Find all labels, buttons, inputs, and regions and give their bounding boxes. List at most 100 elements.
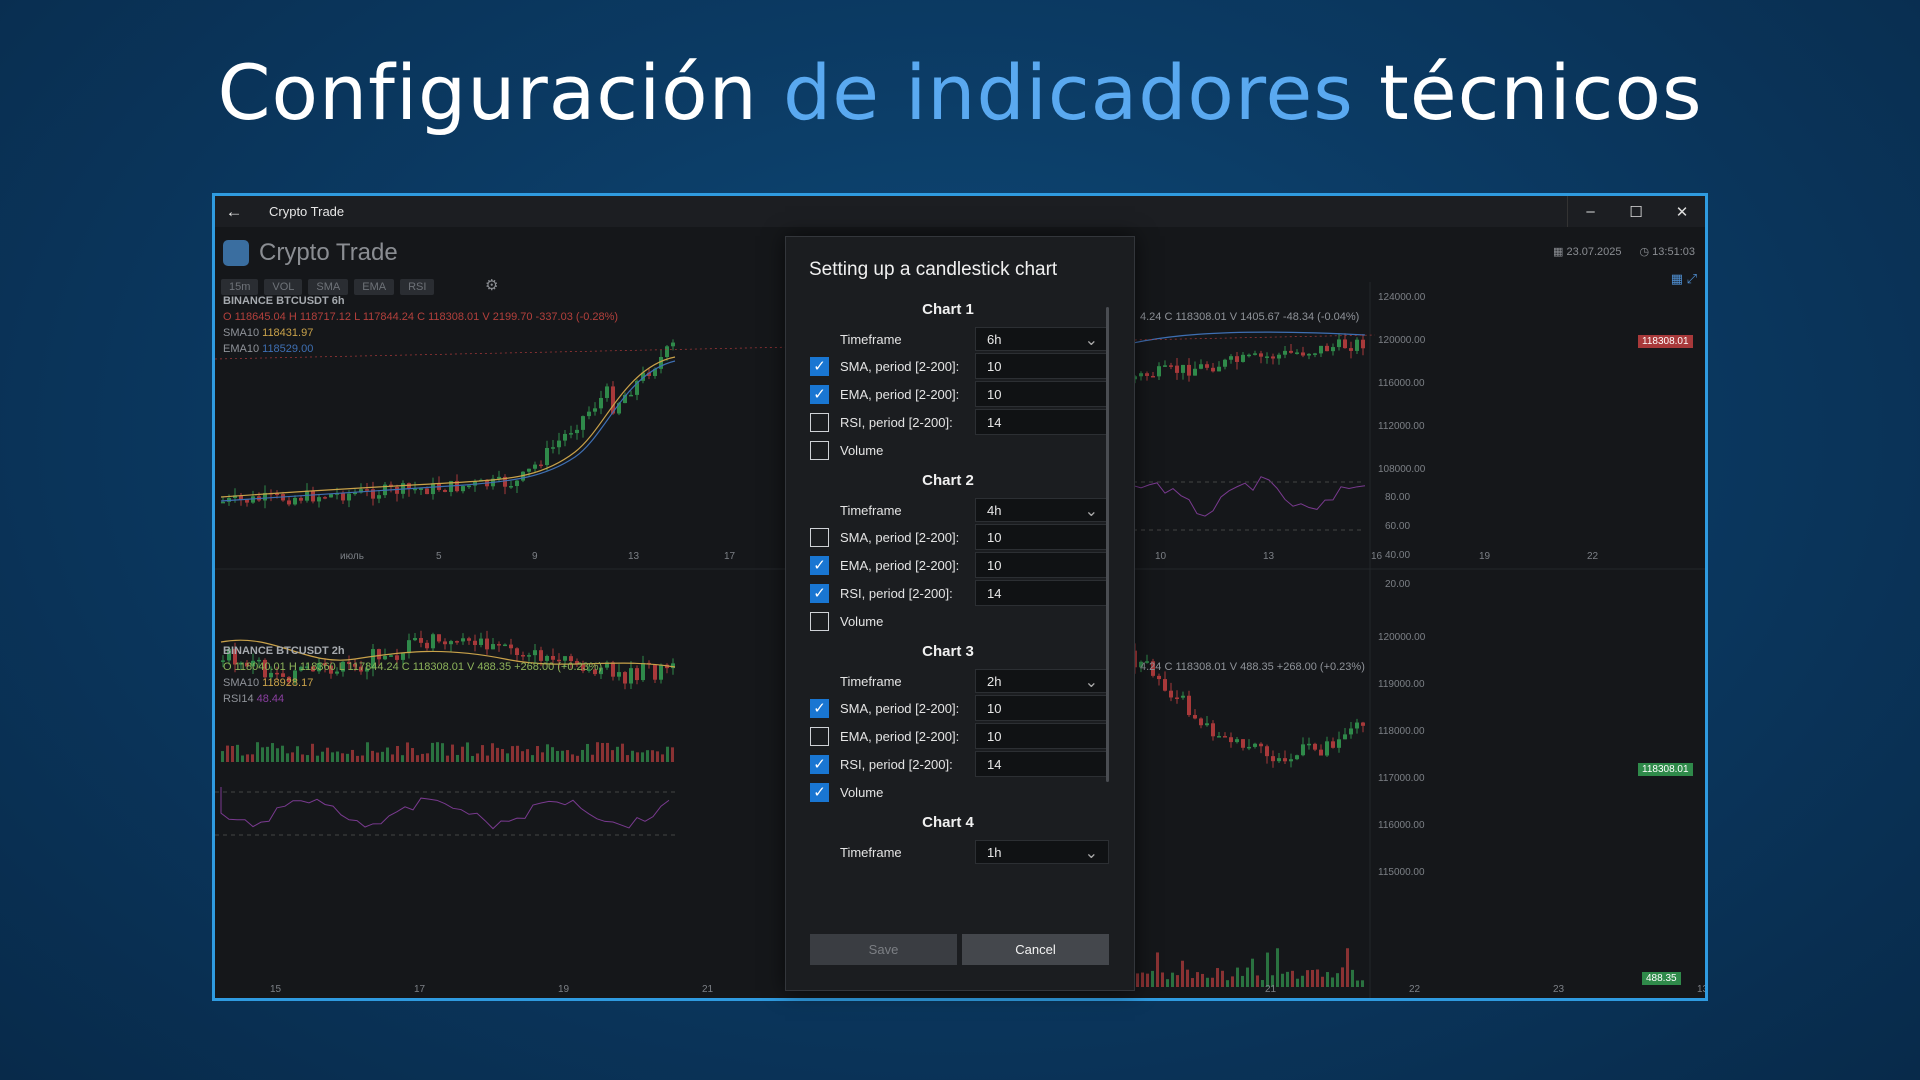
- dialog-scrollbar[interactable]: [1106, 307, 1109, 782]
- sma-checkbox[interactable]: [810, 356, 829, 376]
- candle-body: [1175, 697, 1179, 699]
- volume-bar: [1191, 978, 1194, 987]
- candle-body: [593, 408, 597, 412]
- timeframe-select[interactable]: 1h: [975, 840, 1109, 864]
- volume-bar: [461, 746, 464, 762]
- volume-bar: [1361, 980, 1364, 987]
- volume-checkbox[interactable]: [810, 782, 829, 802]
- candle-body: [299, 497, 303, 501]
- candle-body: [581, 416, 585, 430]
- candle-body: [641, 662, 645, 681]
- ema-checkbox[interactable]: [810, 384, 829, 404]
- volume-bar: [1161, 972, 1164, 987]
- candle-body: [1295, 352, 1299, 354]
- volume-bar: [1341, 967, 1344, 987]
- cancel-button[interactable]: Cancel: [962, 934, 1109, 965]
- rsi-period-input[interactable]: 14: [975, 580, 1109, 606]
- bottom-x-axis-label: 22: [1409, 984, 1421, 995]
- volume-checkbox[interactable]: [810, 440, 829, 460]
- timeframe-select[interactable]: 4h: [975, 498, 1109, 522]
- dialog-scroll-area[interactable]: Chart 1 Timeframe 6h SMA, period [2-200]: 10…: [786, 293, 1136, 898]
- candle-body: [569, 433, 573, 435]
- save-button[interactable]: Save: [810, 934, 957, 965]
- candle-body: [1307, 743, 1311, 746]
- ema-period-input[interactable]: 10: [975, 381, 1109, 407]
- volume-bar: [1326, 972, 1329, 987]
- volume-bar: [261, 747, 264, 762]
- ema-checkbox[interactable]: [810, 555, 829, 575]
- timeframe-select[interactable]: 6h: [975, 327, 1109, 351]
- minimize-icon[interactable]: –: [1567, 196, 1613, 227]
- ema-checkbox[interactable]: [810, 726, 829, 746]
- candle-body: [1157, 675, 1161, 680]
- candle-body: [1223, 359, 1227, 367]
- top-rsi-axis-label: 40.00: [1385, 550, 1410, 561]
- title-bar: ← Crypto Trade – ☐ ✕: [215, 196, 1705, 227]
- sma-period-input[interactable]: 10: [975, 353, 1109, 379]
- timeframe-select[interactable]: 2h: [975, 669, 1109, 693]
- volume-bar: [241, 755, 244, 762]
- volume-bar: [501, 749, 504, 762]
- volume-bar: [1141, 972, 1144, 987]
- candle-body: [611, 662, 615, 677]
- candle-body: [1193, 715, 1197, 719]
- rsi-period-input[interactable]: 14: [975, 751, 1109, 777]
- rsi-checkbox[interactable]: [810, 412, 829, 432]
- volume-bar: [396, 745, 399, 762]
- rsi-checkbox[interactable]: [810, 583, 829, 603]
- rsi-checkbox[interactable]: [810, 754, 829, 774]
- sma-checkbox[interactable]: [810, 698, 829, 718]
- ema-period-input[interactable]: 10: [975, 723, 1109, 749]
- top-x-axis-label: 17: [724, 551, 736, 562]
- top-x-axis-label: 9: [532, 551, 538, 562]
- volume-bar: [511, 746, 514, 762]
- volume-bar: [536, 746, 539, 762]
- candle-body: [545, 447, 549, 466]
- volume-checkbox[interactable]: [810, 611, 829, 631]
- volume-bar: [246, 754, 249, 762]
- layout-grid-icon[interactable]: ▦ ⤢: [1671, 271, 1697, 287]
- sma-period-input[interactable]: 10: [975, 695, 1109, 721]
- candle-body: [1241, 354, 1245, 362]
- sma-period-input[interactable]: 10: [975, 524, 1109, 550]
- volume-bar: [496, 747, 499, 762]
- volume-bar: [1311, 969, 1314, 987]
- ema-period-input[interactable]: 10: [975, 552, 1109, 578]
- volume-row: Volume: [786, 778, 1136, 806]
- gear-icon[interactable]: ⚙: [485, 276, 498, 294]
- volume-bar: [311, 743, 314, 762]
- candle-body: [653, 664, 657, 680]
- chart-bottom-sma: SMA10 118928.17: [223, 677, 314, 689]
- candle-body: [1307, 353, 1311, 356]
- volume-bar: [526, 749, 529, 762]
- sma-row: SMA, period [2-200]: 10: [786, 523, 1136, 551]
- candle-body: [1283, 350, 1287, 355]
- maximize-icon[interactable]: ☐: [1613, 196, 1659, 227]
- top-x-axis-label: 13: [1263, 551, 1275, 562]
- back-arrow-icon[interactable]: ←: [215, 202, 253, 222]
- volume-bar: [1241, 975, 1244, 987]
- candle-body: [1247, 354, 1251, 357]
- volume-bar: [596, 742, 599, 762]
- timeframe-row: Timeframe 1h: [786, 839, 1136, 865]
- candle-body: [461, 486, 465, 492]
- rsi-line-bottom: [220, 787, 670, 830]
- candle-body: [635, 668, 639, 681]
- chart-settings-dialog: Setting up a candlestick chart Chart 1 Ti…: [785, 236, 1135, 991]
- volume-bar: [1196, 972, 1199, 987]
- candle-body: [1265, 356, 1269, 358]
- candle-body: [311, 490, 315, 502]
- candle-body: [1193, 368, 1197, 376]
- volume-bar: [1321, 976, 1324, 987]
- ema-row: EMA, period [2-200]: 10: [786, 380, 1136, 408]
- candle-body: [617, 672, 621, 677]
- volume-bar: [601, 742, 604, 762]
- top-rsi-axis-label: 60.00: [1385, 521, 1410, 532]
- volume-bar: [391, 754, 394, 762]
- sma-checkbox[interactable]: [810, 527, 829, 547]
- close-icon[interactable]: ✕: [1659, 196, 1705, 227]
- volume-bar: [451, 744, 454, 762]
- candle-body: [467, 485, 471, 488]
- rsi-period-input[interactable]: 14: [975, 409, 1109, 435]
- volume-bar: [1201, 973, 1204, 987]
